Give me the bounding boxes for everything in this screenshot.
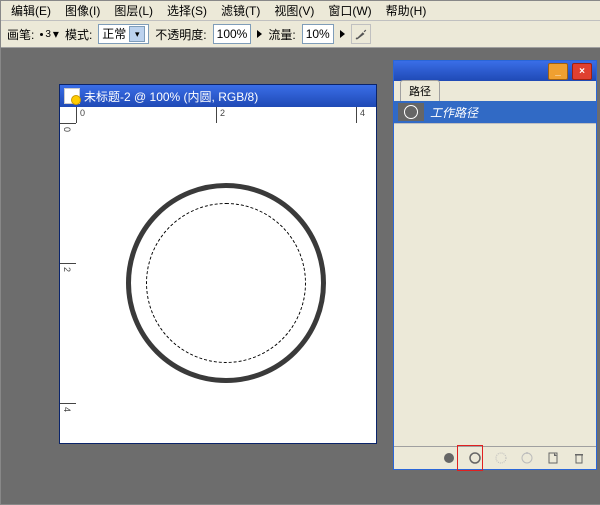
selection-to-path-button[interactable] [520, 451, 534, 465]
path-thumbnail [398, 103, 424, 121]
ruler-horizontal[interactable]: 0 2 4 [76, 107, 376, 124]
document-icon [64, 88, 80, 104]
panel-footer [394, 446, 596, 469]
menu-window[interactable]: 窗口(W) [322, 1, 377, 20]
close-button[interactable]: × [572, 63, 592, 80]
opacity-field[interactable]: 100% [213, 24, 252, 44]
app-root: 编辑(E) 图像(I) 图层(L) 选择(S) 滤镜(T) 视图(V) 窗口(W… [0, 0, 600, 505]
menu-edit[interactable]: 编辑(E) [5, 1, 57, 20]
ruler-origin[interactable] [60, 107, 77, 124]
options-bar: 画笔: 3 ▾ 模式: 正常 ▾ 不透明度: 100% 流量: 10% [1, 21, 600, 48]
menu-select[interactable]: 选择(S) [161, 1, 213, 20]
ruler-vertical[interactable]: 0 2 4 [60, 123, 77, 443]
ruler-tick-label: 2 [62, 267, 72, 272]
chevron-down-icon: ▾ [129, 26, 145, 42]
menu-bar: 编辑(E) 图像(I) 图层(L) 选择(S) 滤镜(T) 视图(V) 窗口(W… [1, 1, 600, 21]
brush-preset-picker[interactable]: 3 ▾ [40, 27, 59, 41]
document-body: 0 2 4 0 2 4 [60, 107, 376, 443]
airbrush-toggle[interactable] [351, 24, 371, 44]
workspace: 未标题-2 @ 100% (内圆, RGB/8) 0 2 4 0 2 [1, 48, 600, 504]
brush-dot-icon [40, 33, 43, 36]
highlight-annotation [457, 445, 483, 471]
tab-paths[interactable]: 路径 [400, 80, 440, 101]
document-title-text: 未标题-2 @ 100% (内圆, RGB/8) [84, 88, 258, 105]
canvas[interactable] [76, 123, 376, 443]
brush-size-value: 3 [45, 29, 51, 40]
minimize-button[interactable]: _ [548, 63, 568, 80]
ruler-tick-label: 0 [62, 127, 72, 132]
path-to-selection-button[interactable] [494, 451, 508, 465]
mode-value: 正常 [102, 25, 126, 43]
document-window[interactable]: 未标题-2 @ 100% (内圆, RGB/8) 0 2 4 0 2 [59, 84, 377, 444]
menu-image[interactable]: 图像(I) [59, 1, 106, 20]
fill-path-button[interactable] [442, 451, 456, 465]
flow-label: 流量: [268, 26, 295, 43]
flow-field[interactable]: 10% [302, 24, 334, 44]
panel-titlebar[interactable]: _ × [394, 61, 596, 81]
ruler-tick-label: 4 [360, 108, 365, 118]
ruler-tick-label: 4 [62, 407, 72, 412]
mode-select[interactable]: 正常 ▾ [98, 24, 149, 44]
path-name-label: 工作路径 [430, 104, 478, 121]
brush-label: 画笔: [7, 26, 34, 43]
circle-selection-marquee [146, 203, 306, 363]
menu-help[interactable]: 帮助(H) [380, 1, 433, 20]
circle-icon [404, 105, 418, 119]
chevron-down-icon: ▾ [53, 27, 59, 41]
airbrush-icon [354, 27, 368, 41]
document-titlebar[interactable]: 未标题-2 @ 100% (内圆, RGB/8) [60, 85, 376, 107]
menu-layer[interactable]: 图层(L) [108, 1, 159, 20]
paths-list[interactable]: 工作路径 [394, 101, 596, 447]
path-row-workpath[interactable]: 工作路径 [394, 101, 596, 124]
ruler-tick-label: 2 [220, 108, 225, 118]
opacity-label: 不透明度: [155, 26, 206, 43]
opacity-slider-icon[interactable] [257, 30, 262, 38]
paths-panel[interactable]: _ × 路径 工作路径 [393, 60, 597, 470]
flow-slider-icon[interactable] [340, 30, 345, 38]
new-path-button[interactable] [546, 451, 560, 465]
delete-path-button[interactable] [572, 451, 586, 465]
panel-tabs: 路径 [394, 81, 596, 102]
mode-label: 模式: [65, 26, 92, 43]
menu-view[interactable]: 视图(V) [268, 1, 320, 20]
ruler-tick-label: 0 [80, 108, 85, 118]
menu-filter[interactable]: 滤镜(T) [215, 1, 266, 20]
